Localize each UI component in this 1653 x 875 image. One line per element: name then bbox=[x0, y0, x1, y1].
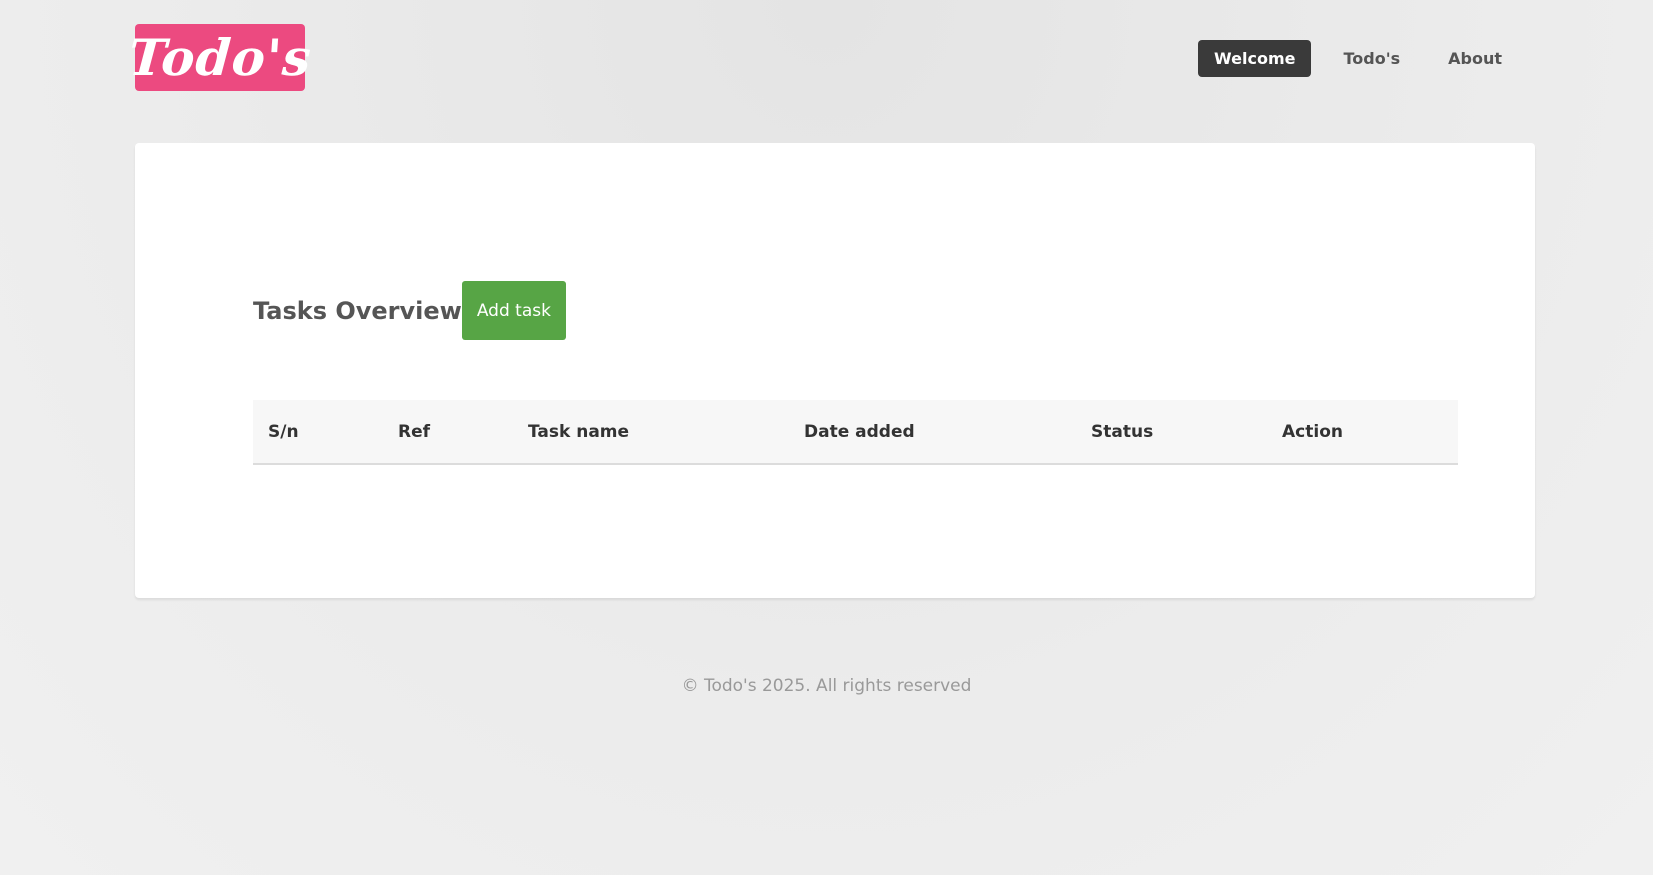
column-header-task-name[interactable]: Task name bbox=[528, 400, 629, 463]
nav-item-todos[interactable]: Todo's bbox=[1327, 40, 1416, 77]
tasks-table: S/n Ref Task name Date added Status Acti… bbox=[253, 400, 1458, 465]
page-title: Tasks Overview bbox=[253, 296, 462, 325]
nav-item-welcome[interactable]: Welcome bbox=[1198, 40, 1312, 77]
nav-item-about[interactable]: About bbox=[1432, 40, 1518, 77]
column-header-sn[interactable]: S/n bbox=[268, 400, 299, 463]
column-header-action[interactable]: Action bbox=[1282, 400, 1343, 463]
column-header-ref[interactable]: Ref bbox=[398, 400, 430, 463]
brand-logo[interactable]: Todo's bbox=[127, 24, 313, 91]
footer-copyright: © Todo's 2025. All rights reserved bbox=[681, 676, 972, 696]
main-card: Tasks Overview Add task S/n Ref Task nam… bbox=[135, 143, 1535, 598]
logo-text: Todo's bbox=[126, 27, 314, 87]
overview-header: Tasks Overview Add task bbox=[253, 281, 566, 340]
main-nav: Welcome Todo's About bbox=[1198, 40, 1518, 77]
add-task-button[interactable]: Add task bbox=[461, 281, 566, 340]
column-header-status[interactable]: Status bbox=[1091, 400, 1153, 463]
column-header-date-added[interactable]: Date added bbox=[804, 400, 915, 463]
